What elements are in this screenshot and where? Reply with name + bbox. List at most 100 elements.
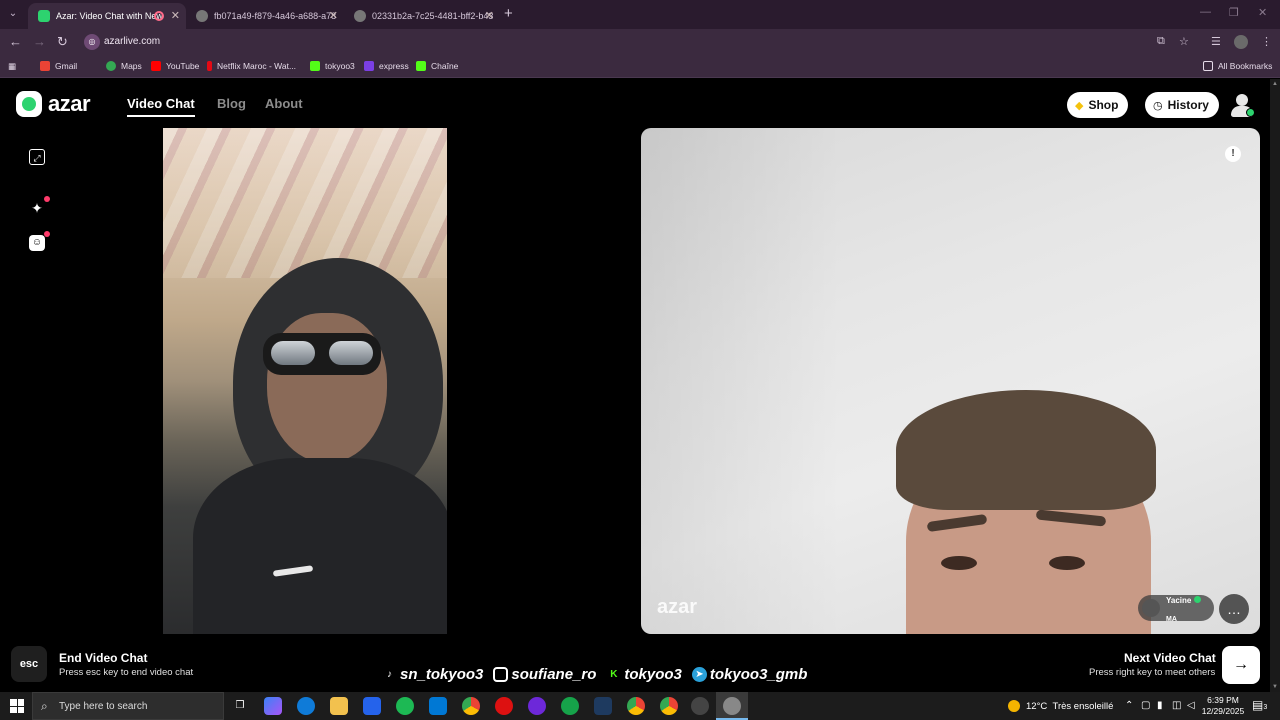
clock-icon: ◷ bbox=[1153, 99, 1163, 112]
close-tab-icon[interactable]: ✕ bbox=[485, 9, 494, 22]
taskbar-search[interactable]: ⌕ Type here to search bbox=[32, 692, 224, 720]
sun-icon bbox=[1008, 700, 1020, 712]
azar-favicon-icon bbox=[38, 10, 50, 22]
esc-key-button[interactable]: esc bbox=[11, 646, 47, 682]
profile-avatar-icon[interactable] bbox=[1234, 35, 1248, 49]
bookmark-label: Maps bbox=[121, 61, 142, 71]
app-icon[interactable] bbox=[495, 697, 513, 715]
verified-icon bbox=[1194, 596, 1202, 603]
edge-icon[interactable] bbox=[297, 697, 315, 715]
user-profile-icon[interactable] bbox=[1230, 93, 1255, 117]
remote-user-chip[interactable]: Yacine MA bbox=[1138, 595, 1214, 623]
scroll-down-icon[interactable]: ▼ bbox=[1272, 684, 1278, 690]
tab-2[interactable]: fb071a49-f879-4a46-a688-a78 ✕ bbox=[186, 3, 344, 29]
tab-title: Azar: Video Chat with New bbox=[56, 11, 163, 21]
notification-center-icon[interactable]: ▤3 bbox=[1252, 698, 1267, 712]
bookmark-tokyoo3[interactable]: tokyoo3 bbox=[310, 61, 355, 71]
bookmark-youtube[interactable]: YouTube bbox=[151, 61, 199, 71]
mic-icon[interactable]: ▮ bbox=[1157, 700, 1163, 711]
meet-icon[interactable]: ▢ bbox=[1141, 700, 1150, 711]
azar-logo[interactable]: azar bbox=[16, 91, 91, 117]
bookmark-star-icon[interactable]: ☆ bbox=[1179, 35, 1189, 48]
expand-icon[interactable]: ⤢ bbox=[29, 149, 45, 165]
weather-widget[interactable]: 12°C Très ensoleillé bbox=[1008, 700, 1113, 712]
obs-icon[interactable] bbox=[691, 697, 709, 715]
back-icon[interactable]: ← bbox=[9, 34, 22, 49]
address-bar[interactable]: ◎ azarlive.com bbox=[80, 31, 1200, 54]
mail-icon[interactable] bbox=[429, 697, 447, 715]
task-view-icon[interactable]: ❒ bbox=[231, 697, 249, 715]
bookmark-chaine[interactable]: Chaîne bbox=[416, 61, 458, 71]
tiktok-icon: ♪ bbox=[387, 669, 392, 680]
history-button[interactable]: ◷ History bbox=[1145, 92, 1219, 118]
taskbar-clock[interactable]: 6:39 PM 12/29/2025 bbox=[1200, 695, 1246, 717]
url-text[interactable]: azarlive.com bbox=[104, 36, 160, 47]
network-icon[interactable]: ◫ bbox=[1172, 700, 1181, 711]
bookmark-label: Netflix Maroc - Wat... bbox=[217, 61, 297, 71]
active-app-icon[interactable] bbox=[723, 697, 741, 715]
menu-kebab-icon[interactable]: ⋮ bbox=[1261, 35, 1272, 48]
chrome-profile-icon[interactable] bbox=[660, 697, 678, 715]
sticker-icon[interactable]: ☺ bbox=[29, 231, 50, 251]
chrome-icon[interactable] bbox=[462, 697, 480, 715]
next-chat-hint: Press right key to meet others bbox=[1089, 667, 1216, 678]
social-telegram: ➤ tokyoo3_gmb bbox=[691, 666, 808, 683]
nav-video-chat[interactable]: Video Chat bbox=[127, 96, 195, 117]
shop-button[interactable]: ◆ Shop bbox=[1067, 92, 1129, 118]
instagram-icon bbox=[493, 667, 509, 682]
bookmark-netflix[interactable]: Netflix Maroc - Wat... bbox=[207, 61, 296, 71]
kick-icon bbox=[416, 61, 426, 71]
restore-icon[interactable]: ❐ bbox=[1229, 6, 1239, 19]
reload-icon[interactable]: ↻ bbox=[57, 34, 68, 50]
app-icon[interactable] bbox=[528, 697, 546, 715]
telegram-icon: ➤ bbox=[691, 667, 707, 682]
forward-icon[interactable]: → bbox=[33, 34, 46, 49]
next-chat-title: Next Video Chat bbox=[1124, 651, 1216, 665]
site-info-icon[interactable]: ◎ bbox=[84, 34, 100, 50]
globe-icon bbox=[354, 10, 366, 22]
kick-icon bbox=[310, 61, 320, 71]
volume-icon[interactable]: ◁ bbox=[1187, 700, 1195, 711]
browser-tab-bar: ⌄ Azar: Video Chat with New ✕ fb071a49-f… bbox=[0, 0, 1280, 29]
chrome-profile-icon[interactable] bbox=[627, 697, 645, 715]
chat-bubble-icon[interactable]: … bbox=[1219, 594, 1249, 624]
file-explorer-icon[interactable] bbox=[330, 697, 348, 715]
nav-blog[interactable]: Blog bbox=[217, 96, 246, 111]
reading-list-icon[interactable]: ☰ bbox=[1211, 35, 1221, 48]
weather-temp: 12°C bbox=[1026, 700, 1048, 712]
tab-3[interactable]: 02331b2a-7c25-4481-bff2-b43 ✕ bbox=[344, 3, 500, 29]
report-icon[interactable]: ! bbox=[1225, 146, 1241, 162]
bookmark-express[interactable]: express bbox=[364, 61, 409, 71]
effects-sparkle-icon[interactable]: ✦ bbox=[29, 196, 50, 216]
tab-search-icon[interactable]: ⌄ bbox=[5, 6, 21, 22]
bookmark-gmail[interactable]: Gmail bbox=[40, 61, 77, 71]
kick-icon: K bbox=[610, 669, 618, 680]
windows-taskbar: ⌕ Type here to search ❒ 12°C Très ensole… bbox=[0, 692, 1280, 720]
store-icon[interactable] bbox=[363, 697, 381, 715]
spotify-icon[interactable] bbox=[396, 697, 414, 715]
nav-about[interactable]: About bbox=[265, 96, 303, 111]
all-bookmarks[interactable]: All Bookmarks bbox=[1203, 61, 1272, 71]
tray-chevron-icon[interactable]: ⌃ bbox=[1125, 700, 1133, 711]
scroll-up-icon[interactable]: ▲ bbox=[1272, 81, 1278, 87]
close-tab-icon[interactable]: ✕ bbox=[171, 9, 180, 22]
windows-start-icon[interactable] bbox=[10, 699, 24, 713]
bookmark-maps[interactable]: Maps bbox=[106, 61, 142, 71]
next-arrow-button[interactable]: → bbox=[1222, 646, 1260, 684]
minimize-icon[interactable]: — bbox=[1200, 6, 1211, 18]
apps-grid-icon[interactable]: ▦ bbox=[8, 61, 16, 72]
copilot-icon[interactable] bbox=[264, 697, 282, 715]
close-window-icon[interactable]: ✕ bbox=[1258, 6, 1267, 19]
page-scrollbar[interactable]: ▲ ▼ bbox=[1270, 79, 1280, 692]
gem-icon: ◆ bbox=[1075, 99, 1084, 112]
shop-label: Shop bbox=[1088, 98, 1119, 112]
social-handle: tokyoo3_gmb bbox=[709, 666, 808, 683]
search-placeholder: Type here to search bbox=[59, 701, 148, 712]
install-app-icon[interactable]: ⧉ bbox=[1157, 35, 1165, 48]
remote-hair bbox=[896, 390, 1156, 510]
steam-icon[interactable] bbox=[594, 697, 612, 715]
new-tab-button[interactable]: + bbox=[504, 5, 513, 22]
utorrent-icon[interactable] bbox=[561, 697, 579, 715]
close-tab-icon[interactable]: ✕ bbox=[329, 9, 338, 22]
tab-azar[interactable]: Azar: Video Chat with New ✕ bbox=[28, 3, 186, 29]
